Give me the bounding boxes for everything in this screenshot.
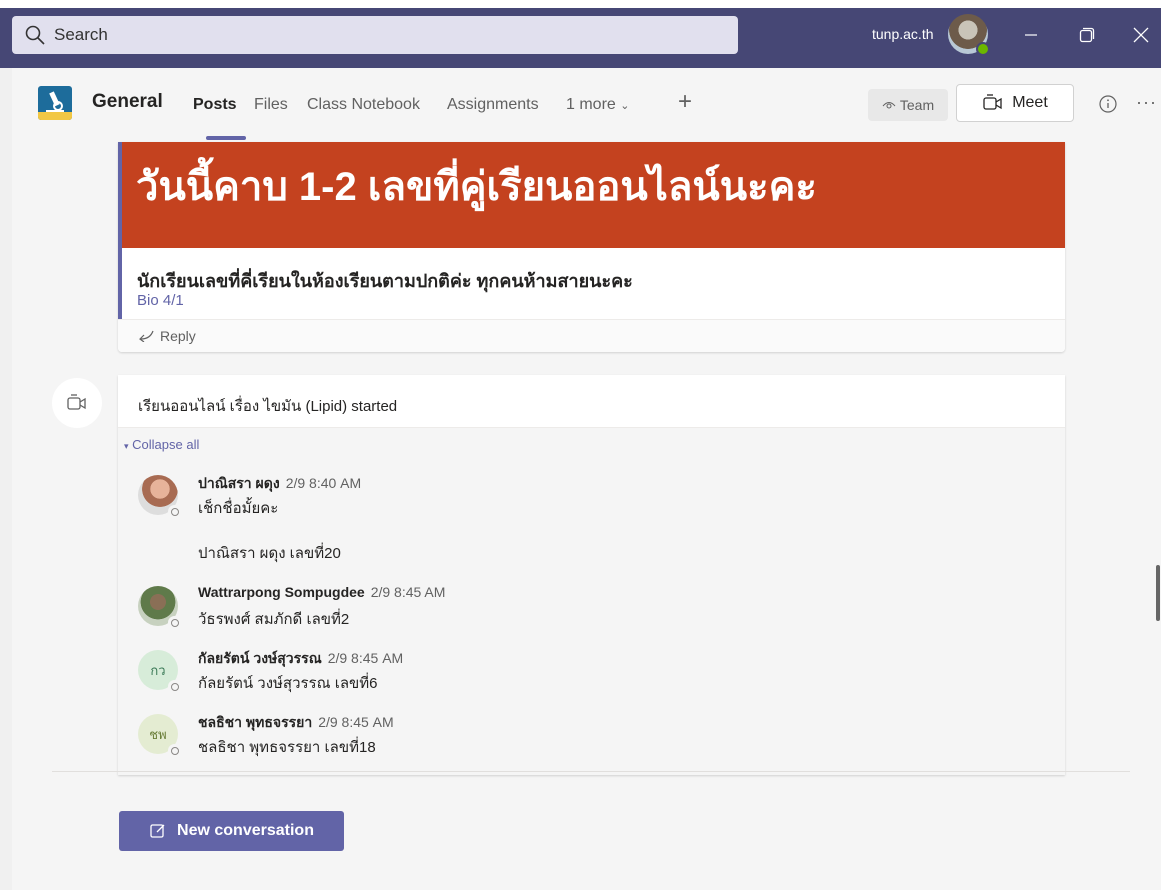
announcement-banner: วันนี้คาบ 1-2 เลขที่คู่เรียนออนไลน์นะคะ: [118, 142, 1065, 248]
message-author: ชลธิชา พุทธจรรยา 2/9 8:45 AM: [198, 712, 394, 734]
eye-icon: [882, 102, 896, 109]
announcement-headline: วันนี้คาบ 1-2 เลขที่คู่เรียนออนไลน์นะคะ: [136, 165, 817, 209]
active-tab-indicator: [206, 136, 246, 140]
minimize-icon: [1025, 34, 1037, 36]
message-time: 2/9 8:45 AM: [370, 584, 446, 600]
compose-icon: [150, 824, 165, 838]
reply-button[interactable]: Reply: [138, 328, 196, 344]
message-author: Wattrarpong Sompugdee 2/9 8:45 AM: [198, 584, 445, 600]
author-name: Wattrarpong Sompugdee: [198, 584, 365, 600]
avatar-initials: กว: [150, 662, 166, 678]
message-text: วัธรพงศ์ สมภักดี เลขที่2: [198, 611, 350, 628]
class-tag[interactable]: Bio 4/1: [137, 292, 184, 309]
offline-status-icon: [168, 744, 181, 757]
microscope-icon: [38, 91, 72, 120]
window-top-edge: [0, 0, 1161, 8]
add-tab-icon[interactable]: +: [678, 88, 692, 116]
tab-more[interactable]: 1 more ⌄: [566, 96, 629, 114]
tab-files[interactable]: Files: [254, 96, 288, 114]
offline-status-icon: [168, 616, 181, 629]
channel-header: General Posts Files Class Notebook Assig…: [12, 68, 1161, 142]
tab-assignments[interactable]: Assignments: [447, 96, 539, 114]
maximize-button[interactable]: [1072, 20, 1102, 50]
meet-button-label: Meet: [1012, 94, 1048, 111]
avatar[interactable]: ชพ: [138, 714, 181, 757]
close-icon: [1133, 27, 1149, 43]
more-options-icon[interactable]: ···: [1136, 92, 1157, 113]
minimize-button[interactable]: [1016, 20, 1046, 50]
tab-more-label: 1 more: [566, 96, 616, 113]
meet-button[interactable]: Meet: [956, 84, 1074, 122]
left-edge: [0, 68, 12, 890]
meeting-thread: ▾ Collapse all ปาณิสรา ผดุง 2/9 8:40 AM เ…: [118, 428, 1065, 775]
new-conversation-button[interactable]: New conversation: [119, 811, 344, 851]
chevron-down-icon: ▾: [124, 441, 129, 451]
avatar[interactable]: [138, 475, 181, 518]
offline-status-icon: [168, 505, 181, 518]
close-button[interactable]: [1126, 20, 1156, 50]
message-text: ปาณิสรา ผดุง เลขที่20: [198, 545, 341, 562]
search-box[interactable]: [12, 16, 738, 54]
maximize-icon: [1079, 27, 1095, 43]
meeting-header[interactable]: เรียนออนไลน์ เรื่อง ไขมัน (Lipid) starte…: [118, 375, 1065, 428]
message-text: เช็กชื่อมั้ยคะ: [198, 500, 279, 517]
team-button[interactable]: Team: [868, 89, 948, 121]
search-icon: [25, 25, 45, 45]
reply-arrow-icon: [139, 330, 154, 342]
message-author: ปาณิสรา ผดุง 2/9 8:40 AM: [198, 473, 361, 495]
profile-avatar[interactable]: [948, 14, 990, 56]
meeting-title: เรียนออนไลน์ เรื่อง ไขมัน (Lipid) starte…: [138, 398, 398, 415]
search-input[interactable]: [52, 24, 656, 46]
collapse-all-link[interactable]: ▾ Collapse all: [124, 437, 199, 452]
meeting-card: เรียนออนไลน์ เรื่อง ไขมัน (Lipid) starte…: [118, 375, 1065, 775]
video-camera-icon: [983, 94, 1002, 110]
author-name: ปาณิสรา ผดุง: [198, 475, 280, 491]
channel-name: General: [92, 91, 163, 112]
avatar[interactable]: [138, 586, 181, 629]
tab-posts[interactable]: Posts: [193, 96, 237, 114]
author-name: ชลธิชา พุทธจรรยา: [198, 714, 313, 730]
message-time: 2/9 8:45 AM: [318, 714, 394, 730]
presence-available-icon: [976, 42, 990, 56]
accent-bar: [118, 142, 122, 319]
reply-row[interactable]: Reply: [118, 319, 1065, 352]
reply-label: Reply: [160, 328, 196, 344]
message-time: 2/9 8:40 AM: [285, 475, 362, 491]
author-name: กัลยรัตน์ วงษ์สุวรรณ: [198, 650, 322, 666]
announcement-card: วันนี้คาบ 1-2 เลขที่คู่เรียนออนไลน์นะคะ …: [118, 142, 1065, 352]
avatar-initials: ชพ: [149, 726, 167, 742]
collapse-all-label: Collapse all: [132, 437, 200, 452]
info-icon[interactable]: [1098, 94, 1118, 114]
message-text: กัลยรัตน์ วงษ์สุวรรณ เลขที่6: [198, 675, 378, 692]
scrollbar[interactable]: [1156, 565, 1160, 621]
divider: [52, 771, 1130, 772]
offline-status-icon: [168, 680, 181, 693]
team-button-label: Team: [899, 97, 935, 113]
new-conversation-label: New conversation: [177, 822, 314, 839]
team-logo[interactable]: [38, 86, 72, 120]
avatar[interactable]: กว: [138, 650, 181, 693]
meeting-icon-circle: [52, 378, 102, 428]
chevron-down-icon: ⌄: [620, 100, 630, 112]
message-author: กัลยรัตน์ วงษ์สุวรรณ 2/9 8:45 AM: [198, 648, 403, 670]
title-bar: tunp.ac.th: [0, 0, 1161, 68]
video-camera-icon: [67, 394, 86, 410]
announcement-subtitle: นักเรียนเลขที่คี่เรียนในห้องเรียนตามปกติ…: [137, 271, 633, 291]
tab-class-notebook[interactable]: Class Notebook: [307, 96, 420, 114]
message-text: ชลธิชา พุทธจรรยา เลขที่18: [198, 739, 376, 756]
org-name: tunp.ac.th: [872, 26, 934, 42]
message-time: 2/9 8:45 AM: [327, 650, 404, 666]
